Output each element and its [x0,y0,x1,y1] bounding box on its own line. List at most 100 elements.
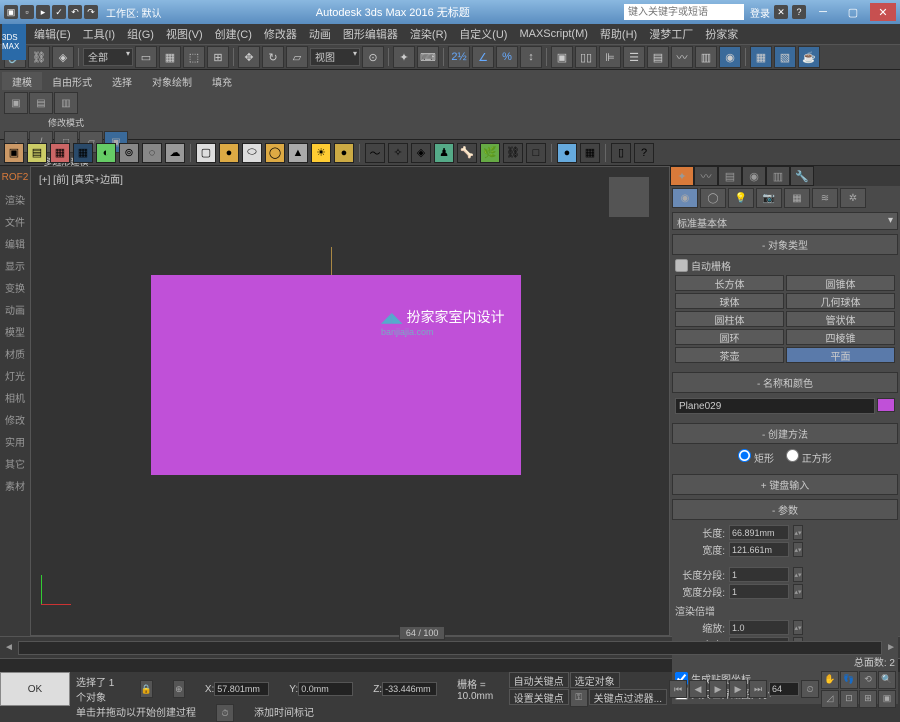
open-icon[interactable]: ▸ [36,5,50,19]
menu-item[interactable]: MAXScript(M) [513,26,593,42]
hierarchy-tab-icon[interactable]: ▤ [718,166,742,186]
time-slider[interactable]: 64 / 100 [399,626,446,640]
x-icon[interactable]: ✕ [774,5,788,19]
orbit-icon[interactable]: ⟲ [859,671,877,689]
shapes-icon[interactable]: ◯ [700,188,726,208]
menu-item[interactable]: 创建(C) [209,24,258,44]
prev-frame-icon[interactable]: ◀ [689,680,707,698]
scale-input[interactable] [729,620,789,635]
left-panel-item[interactable]: 模型 [0,320,30,342]
rectangle-radio[interactable] [738,449,751,462]
pivot-icon[interactable]: ⊙ [362,46,384,68]
cameras-icon[interactable]: 📷 [756,188,782,208]
parameters-header[interactable]: - 参数 [672,499,898,520]
menu-item[interactable]: 漫梦工厂 [643,24,699,44]
display-tab-icon[interactable]: ▥ [766,166,790,186]
maxscript-listener[interactable]: OK [0,672,70,706]
timeline-end-icon[interactable]: ► [886,642,896,653]
s6-icon[interactable]: ⊚ [119,143,139,163]
s2-icon[interactable]: ▤ [27,143,47,163]
s1-icon[interactable]: ▣ [4,143,24,163]
light1-icon[interactable]: ● [557,143,577,163]
search-input[interactable] [624,4,744,20]
lights-icon[interactable]: 💡 [728,188,754,208]
left-panel-item[interactable]: ROF2 [0,166,30,188]
mirror-icon[interactable]: ▯▯ [575,46,597,68]
primitive-button[interactable]: 平面 [786,347,895,363]
save-icon[interactable]: ✓ [52,5,66,19]
square-radio[interactable] [786,449,799,462]
systems-icon[interactable]: ✲ [840,188,866,208]
menu-item[interactable]: 视图(V) [160,24,209,44]
play-icon[interactable]: ▶ [709,680,727,698]
poly2-icon[interactable]: ▤ [29,92,53,114]
creation-method-header[interactable]: - 创建方法 [672,423,898,444]
primitive-button[interactable]: 长方体 [675,275,784,291]
menu-item[interactable]: 帮助(H) [594,24,643,44]
cam-icon[interactable]: ▯ [611,143,631,163]
render-icon[interactable]: ☕ [798,46,820,68]
menu-item[interactable]: 修改器 [258,24,303,44]
left-panel-item[interactable]: 显示 [0,254,30,276]
goto-end-icon[interactable]: ⏭ [749,680,767,698]
fov-icon[interactable]: ◿ [821,690,839,708]
primitive-button[interactable]: 几何球体 [786,293,895,309]
s5-icon[interactable]: ◐ [96,143,116,163]
length-segs-input[interactable] [729,567,789,582]
percent-snap-icon[interactable]: % [496,46,518,68]
keyboard-icon[interactable]: ⌨ [417,46,439,68]
light2-icon[interactable]: ▦ [580,143,600,163]
width-input[interactable] [729,542,789,557]
ribbon-tab[interactable]: 选择 [102,72,142,90]
time-tag-icon[interactable]: ⏱ [216,704,234,722]
plant-icon[interactable]: 🌿 [480,143,500,163]
box-icon[interactable]: ▢ [196,143,216,163]
time-config-icon[interactable]: ⏲ [801,680,819,698]
render-frame-icon[interactable]: ▧ [774,46,796,68]
add-time-marker[interactable]: 添加时间标记 [254,704,314,722]
material-editor-icon[interactable]: ◉ [719,46,741,68]
wseg-spinner[interactable]: ▴▾ [793,584,803,599]
goto-start-icon[interactable]: ⏮ [669,680,687,698]
named-sel-icon[interactable]: ▣ [551,46,573,68]
object-name-input[interactable] [675,398,875,414]
x-coord-input[interactable] [214,682,269,696]
layers-icon[interactable]: ☰ [623,46,645,68]
menu-item[interactable]: 渲染(R) [404,24,453,44]
left-panel-item[interactable]: 变换 [0,276,30,298]
spline2-icon[interactable]: ✧ [388,143,408,163]
ribbon-tab[interactable]: 自由形式 [42,72,102,90]
ribbon-tab[interactable]: 建模 [2,72,42,90]
menu-item[interactable]: 编辑(E) [28,24,77,44]
menu-item[interactable]: 动画 [303,24,337,44]
help-icon[interactable]: ? [792,5,806,19]
login-link[interactable]: 登录 [750,5,770,20]
window-crossing-icon[interactable]: ⊞ [207,46,229,68]
primitive-button[interactable]: 管状体 [786,311,895,327]
rotate-icon[interactable]: ↻ [262,46,284,68]
keyboard-entry-header[interactable]: + 键盘输入 [672,474,898,495]
minimize-button[interactable]: ─ [810,3,836,21]
max-toggle-icon[interactable]: ▣ [878,690,896,708]
s3-icon[interactable]: ▦ [50,143,70,163]
app-logo[interactable]: 3DS MAX [2,24,26,60]
primitive-button[interactable]: 圆柱体 [675,311,784,327]
select-name-icon[interactable]: ▦ [159,46,181,68]
utilities-tab-icon[interactable]: 🔧 [790,166,814,186]
spline1-icon[interactable]: 〜 [365,143,385,163]
left-panel-item[interactable]: 修改 [0,408,30,430]
left-panel-item[interactable]: 实用 [0,430,30,452]
helpers-icon[interactable]: ▦ [784,188,810,208]
length-input[interactable] [729,525,789,540]
object-color-swatch[interactable] [877,398,895,412]
setkey-button[interactable]: 设置关键点 [509,689,569,705]
viewport-label[interactable]: [+] [前] [真实+边面] [39,171,123,186]
primitive-button[interactable]: 四棱锥 [786,329,895,345]
left-panel-item[interactable]: 相机 [0,386,30,408]
primitive-button[interactable]: 茶壶 [675,347,784,363]
scale-icon[interactable]: ▱ [286,46,308,68]
autokey-button[interactable]: 自动关键点 [509,672,569,688]
redo-icon[interactable]: ↷ [84,5,98,19]
maximize-button[interactable]: ▢ [840,3,866,21]
menu-item[interactable]: 图形编辑器 [337,24,404,44]
